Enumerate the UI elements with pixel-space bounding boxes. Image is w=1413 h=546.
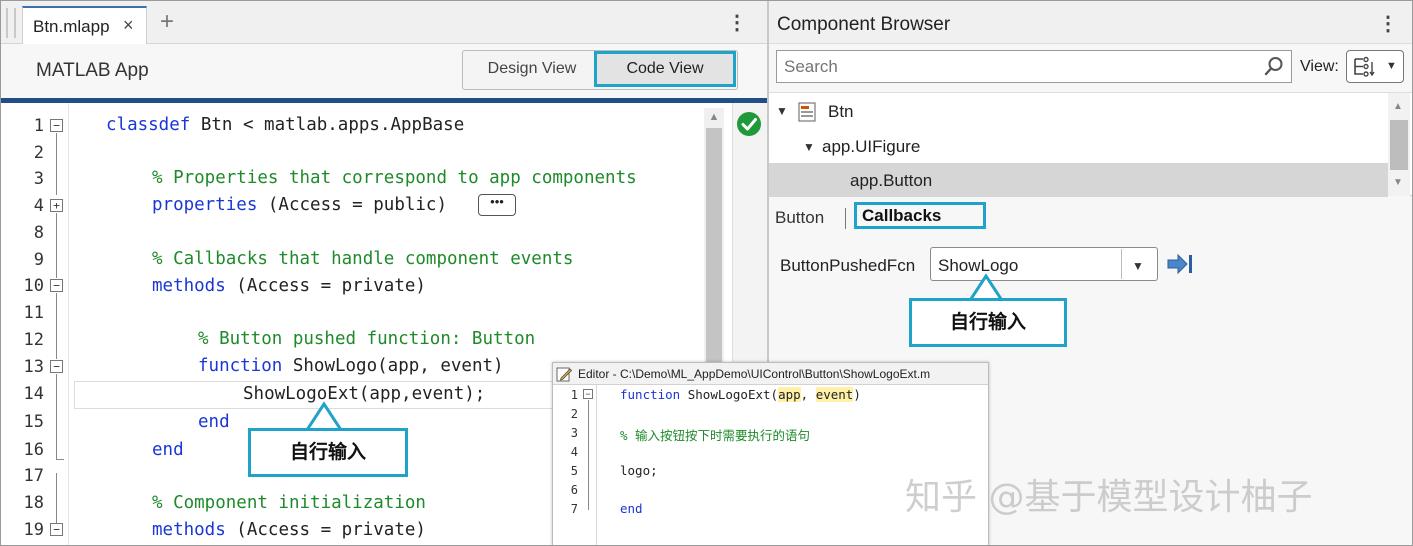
editor-title: Editor - C:\Demo\ML_AppDemo\UIControl\Bu… xyxy=(578,367,931,381)
line-number: 4 xyxy=(33,196,44,216)
gutter-divider xyxy=(68,103,69,546)
line-number: 11 xyxy=(23,303,44,323)
code-line: classdef Btn < matlab.apps.AppBase xyxy=(106,115,465,135)
scroll-up-icon[interactable]: ▲ xyxy=(1393,101,1403,112)
collapsed-code-button[interactable]: ••• xyxy=(478,194,516,216)
line-number: 7 xyxy=(570,502,578,516)
callout-self-input: 自行输入 xyxy=(909,298,1067,347)
line-number: 3 xyxy=(33,169,44,189)
line-number: 10 xyxy=(23,276,44,296)
code-line: end xyxy=(152,440,184,460)
tab-btn-mlapp[interactable]: Btn.mlapp × xyxy=(22,6,147,45)
code-line: % Button pushed function: Button xyxy=(198,329,536,349)
line-number: 13 xyxy=(23,357,44,377)
fold-guide xyxy=(56,293,57,359)
line-number: 12 xyxy=(23,330,44,350)
line-number: 18 xyxy=(23,493,44,513)
fold-collapse-icon[interactable]: − xyxy=(50,119,63,132)
fold-collapse-icon[interactable]: − xyxy=(50,523,63,536)
expand-triangle-icon[interactable]: ▼ xyxy=(776,104,788,118)
line-number: 19 xyxy=(23,520,44,540)
expand-triangle-icon[interactable]: ▼ xyxy=(803,140,815,154)
search-icon[interactable] xyxy=(1263,55,1285,77)
code-line: methods (Access = private) xyxy=(152,520,426,540)
component-browser-title: Component Browser xyxy=(777,14,951,35)
tab-callbacks[interactable]: Callbacks xyxy=(854,202,986,229)
fold-end-tick xyxy=(56,459,64,460)
dropdown-divider xyxy=(1121,249,1122,279)
line-number: 9 xyxy=(33,250,44,270)
tree-view-icon xyxy=(1354,56,1375,77)
code-line: methods (Access = private) xyxy=(152,276,426,296)
code-line: % Callbacks that handle component events xyxy=(152,249,574,269)
line-number: 1 xyxy=(570,388,578,402)
fold-guide xyxy=(56,473,57,523)
search-input[interactable] xyxy=(784,54,1254,80)
code-line: end xyxy=(198,412,230,432)
line-number: 17 xyxy=(23,466,44,486)
code-line[interactable]: ShowLogoExt(app,event); xyxy=(243,384,485,404)
app-title: MATLAB App xyxy=(36,60,149,81)
close-icon[interactable]: × xyxy=(123,15,134,36)
code-line: % Properties that correspond to app comp… xyxy=(152,168,637,188)
tree-item-btn[interactable]: Btn xyxy=(828,102,854,122)
code-line: properties (Access = public) xyxy=(152,195,448,215)
code-line: % 输入按钮按下时需要执行的语句 xyxy=(620,428,811,443)
fold-collapse-icon[interactable]: − xyxy=(50,279,63,292)
line-number: 1 xyxy=(33,116,44,136)
line-number: 4 xyxy=(570,445,578,459)
fold-collapse-icon[interactable]: − xyxy=(50,360,63,373)
view-label: View: xyxy=(1300,58,1339,75)
design-view-button[interactable]: Design View xyxy=(470,51,594,87)
line-number: 2 xyxy=(33,143,44,163)
callout-pointer xyxy=(305,401,343,430)
code-view-button[interactable]: Code View xyxy=(594,51,736,87)
fold-collapse-icon[interactable]: − xyxy=(583,389,593,399)
scroll-down-icon[interactable]: ▼ xyxy=(1393,177,1403,188)
tree-item-uifigure[interactable]: app.UIFigure xyxy=(822,137,920,157)
check-ok-icon[interactable] xyxy=(736,111,762,137)
more-options-icon[interactable]: ⋮ xyxy=(727,10,747,35)
button-pushed-fcn-label: ButtonPushedFcn xyxy=(780,256,916,275)
add-tab-icon[interactable]: + xyxy=(160,8,174,36)
tree-item-button[interactable]: app.Button xyxy=(850,171,932,191)
line-number: 3 xyxy=(570,426,578,440)
app-file-icon xyxy=(798,102,816,122)
line-number: 14 xyxy=(23,384,44,404)
tab-grip-handle[interactable] xyxy=(6,8,16,38)
code-line: % Component initialization xyxy=(152,493,426,513)
code-line: end xyxy=(620,501,643,516)
chevron-down-icon[interactable]: ▼ xyxy=(1132,259,1144,273)
scrollbar-thumb[interactable] xyxy=(1390,120,1408,170)
line-number: 5 xyxy=(570,464,578,478)
fold-guide xyxy=(588,400,589,510)
watermark: 知乎 @基于模型设计柚子 xyxy=(905,477,1313,518)
fold-guide xyxy=(56,133,57,195)
tab-button-properties[interactable]: Button xyxy=(775,208,824,228)
fold-guide xyxy=(56,213,57,278)
line-number: 2 xyxy=(570,407,578,421)
callout-self-input: 自行输入 xyxy=(248,428,408,477)
more-options-icon[interactable]: ⋮ xyxy=(1378,11,1398,36)
line-number: 15 xyxy=(23,412,44,432)
code-line: function ShowLogoExt(app, event) xyxy=(620,387,861,402)
line-number: 6 xyxy=(570,483,578,497)
fold-guide xyxy=(56,374,57,460)
code-line: function ShowLogo(app, event) xyxy=(198,356,504,376)
scroll-up-icon[interactable]: ▲ xyxy=(704,108,724,126)
line-number: 16 xyxy=(23,440,44,460)
code-line: logo; xyxy=(620,463,658,478)
tab-separator xyxy=(845,208,846,229)
chevron-down-icon: ▼ xyxy=(1386,60,1397,72)
go-to-callback-icon[interactable] xyxy=(1166,252,1194,276)
line-number: 8 xyxy=(33,223,44,243)
fold-expand-icon[interactable]: + xyxy=(50,199,63,212)
tab-label: Btn.mlapp xyxy=(33,17,110,36)
editor-pencil-icon xyxy=(556,367,572,382)
